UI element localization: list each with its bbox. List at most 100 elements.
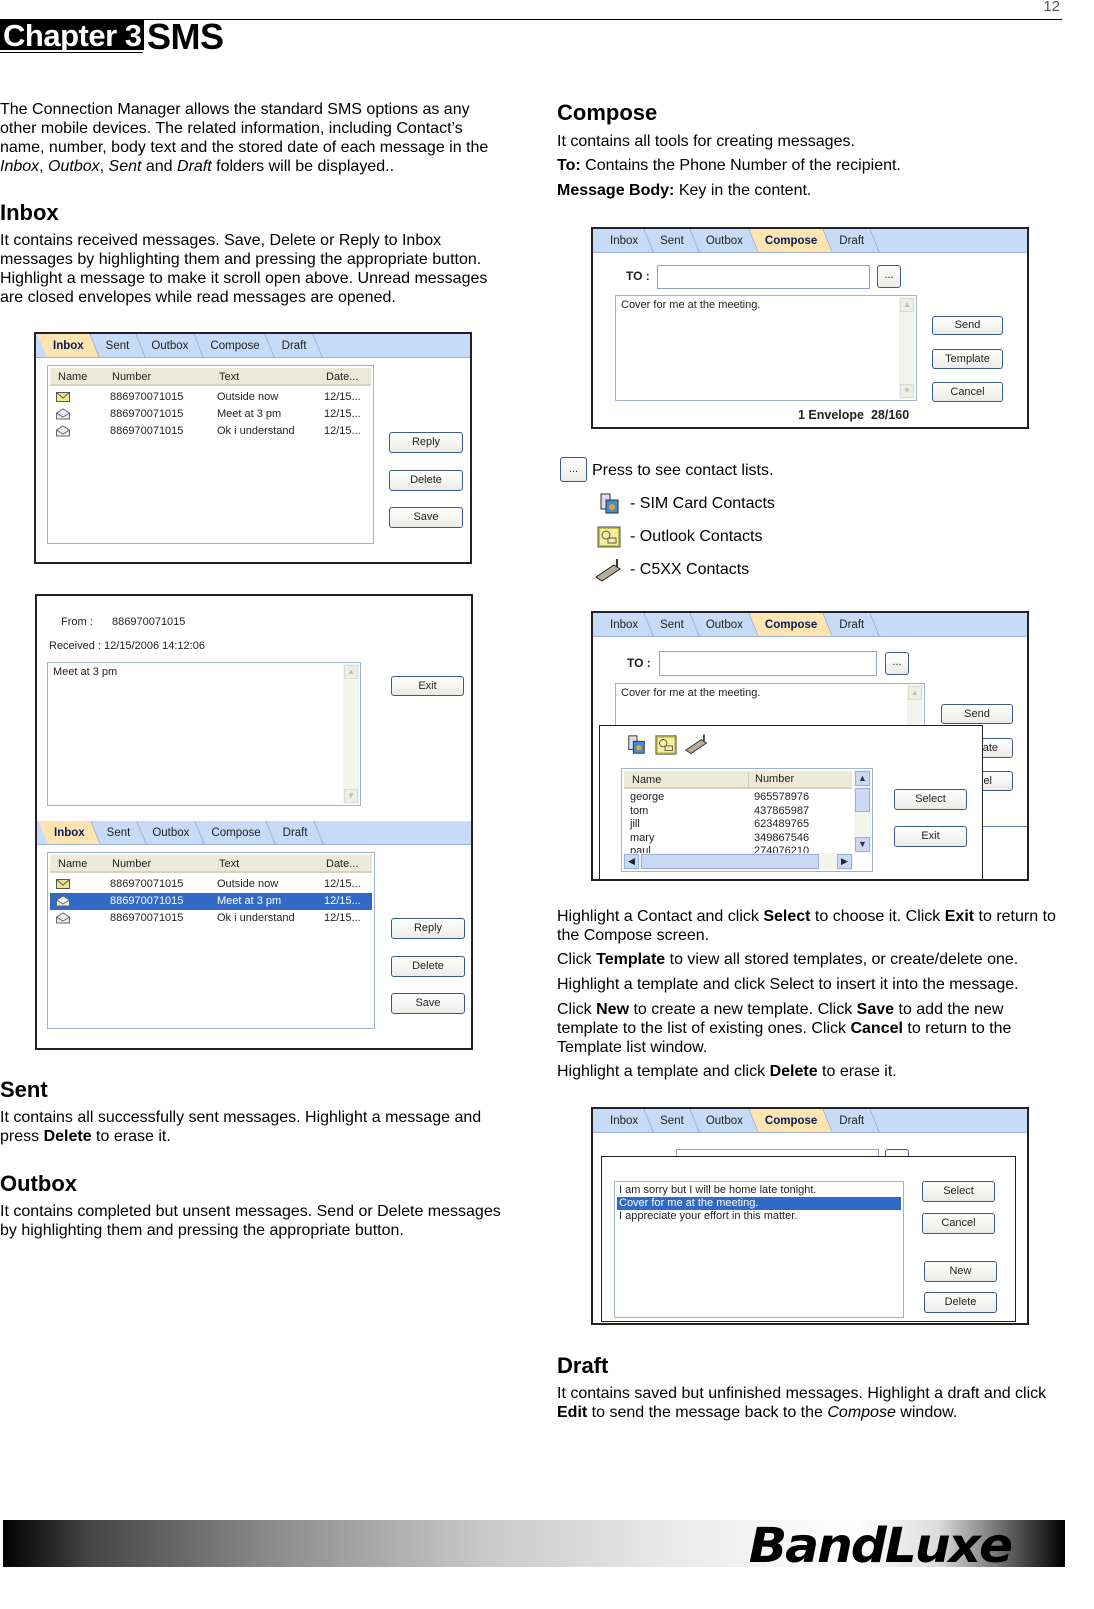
tab-draft[interactable]: Draft	[271, 334, 318, 357]
column-header-name[interactable]: Name	[632, 774, 661, 786]
tab-outbox[interactable]: Outbox	[695, 1109, 754, 1132]
column-header-number[interactable]: Number	[112, 371, 151, 383]
to-label: TO :	[627, 656, 651, 670]
column-header-number[interactable]: Number	[748, 773, 794, 787]
text-segment: to erase it.	[817, 1063, 897, 1080]
column-header-name[interactable]: Name	[58, 371, 87, 383]
contact-number: 349867546	[754, 831, 810, 844]
template-item[interactable]: Cover for me at the meeting.	[617, 1197, 901, 1210]
tab-sent[interactable]: Sent	[95, 334, 141, 357]
tab-draft[interactable]: Draft	[828, 1109, 875, 1132]
message-text: Meet at 3 pm	[217, 895, 282, 907]
scroll-up-icon[interactable]: ▲	[344, 665, 358, 679]
tab-outbox[interactable]: Outbox	[140, 334, 199, 357]
delete-button[interactable]: Delete	[389, 470, 463, 491]
divider	[983, 826, 1027, 827]
cancel-button[interactable]: Cancel	[922, 1213, 995, 1234]
message-body-input[interactable]: Cover for me at the meeting. ▲ ▼	[615, 295, 917, 401]
contact-row[interactable]: mary 349867546	[624, 832, 852, 846]
select-button[interactable]: Select	[894, 789, 967, 810]
message-row[interactable]: 886970071015 Outside now 12/15...	[50, 876, 372, 893]
reply-button[interactable]: Reply	[389, 432, 463, 453]
tab-sent[interactable]: Sent	[96, 821, 142, 844]
save-button[interactable]: Save	[389, 507, 463, 528]
message-body[interactable]: Meet at 3 pm ▲ ▼	[47, 662, 361, 806]
save-button[interactable]: Save	[391, 993, 465, 1014]
tab-sent[interactable]: Sent	[649, 1109, 695, 1132]
tab-inbox[interactable]: Inbox	[599, 1109, 649, 1132]
scroll-up-icon[interactable]: ▲	[908, 686, 922, 700]
contact-row[interactable]: george 965578976	[624, 791, 852, 805]
contacts-button[interactable]: ...	[877, 265, 901, 288]
tab-sent[interactable]: Sent	[649, 613, 695, 636]
tab-outbox[interactable]: Outbox	[695, 229, 754, 252]
cancel-button[interactable]: Cancel	[932, 382, 1003, 402]
column-header-number[interactable]: Number	[112, 858, 151, 870]
tab-compose[interactable]: Compose	[754, 613, 828, 636]
scroll-thumb[interactable]	[641, 854, 819, 869]
send-button[interactable]: Send	[941, 704, 1013, 724]
tab-compose[interactable]: Compose	[754, 229, 828, 252]
bold-text: Select	[763, 908, 811, 925]
to-input[interactable]	[659, 651, 877, 676]
compose-paragraph: Highlight a template and click Delete to…	[557, 1062, 1067, 1081]
new-button[interactable]: New	[924, 1261, 997, 1282]
scroll-left-icon[interactable]: ◀	[624, 854, 639, 869]
tab-draft[interactable]: Draft	[828, 229, 875, 252]
scroll-down-icon[interactable]: ▼	[900, 384, 914, 398]
to-input[interactable]	[657, 265, 870, 289]
message-row[interactable]: 886970071015 Meet at 3 pm 12/15...	[50, 893, 372, 910]
tab-bar: Inbox Sent Outbox Compose Draft	[593, 613, 1027, 637]
template-button[interactable]: Template	[932, 349, 1003, 369]
sim-card-contacts-icon[interactable]	[626, 734, 648, 756]
horizontal-scrollbar[interactable]: ◀ ▶	[623, 853, 853, 870]
message-row[interactable]: 886970071015 Ok i understand 12/15...	[50, 910, 372, 927]
scroll-right-icon[interactable]: ▶	[837, 854, 852, 869]
select-button[interactable]: Select	[922, 1181, 995, 1202]
tab-compose[interactable]: Compose	[199, 334, 270, 357]
scroll-down-icon[interactable]: ▼	[855, 837, 870, 852]
contact-row[interactable]: tom 437865987	[624, 805, 852, 819]
message-text: Ok i understand	[217, 912, 295, 924]
scrollbar[interactable]: ▲ ▼	[899, 297, 915, 399]
column-header-text[interactable]: Text	[219, 858, 239, 870]
column-header-date[interactable]: Date...	[326, 858, 358, 870]
message-row[interactable]: 886970071015 Ok i understand 12/15...	[50, 423, 371, 440]
tab-draft[interactable]: Draft	[272, 821, 319, 844]
delete-button[interactable]: Delete	[924, 1292, 997, 1313]
column-header-date[interactable]: Date...	[326, 371, 358, 383]
template-list: I am sorry but I will be home late tonig…	[614, 1181, 904, 1318]
tab-inbox[interactable]: Inbox	[599, 229, 649, 252]
message-row[interactable]: 886970071015 Meet at 3 pm 12/15...	[50, 406, 371, 423]
scroll-down-icon[interactable]: ▼	[344, 789, 358, 803]
column-header-name[interactable]: Name	[58, 858, 87, 870]
scrollbar[interactable]: ▲ ▼	[343, 664, 359, 804]
exit-button[interactable]: Exit	[894, 826, 967, 847]
vertical-scrollbar[interactable]: ▲ ▼	[854, 770, 871, 853]
exit-button[interactable]: Exit	[391, 676, 464, 696]
tab-inbox[interactable]: Inbox	[599, 613, 649, 636]
tab-outbox[interactable]: Outbox	[141, 821, 200, 844]
contacts-button-example[interactable]: ...	[560, 457, 587, 482]
contacts-button[interactable]: ...	[885, 652, 909, 675]
contact-row[interactable]: jill 623489765	[624, 818, 852, 832]
tab-compose[interactable]: Compose	[754, 1109, 828, 1132]
tab-draft[interactable]: Draft	[828, 613, 875, 636]
tab-inbox[interactable]: Inbox	[43, 821, 96, 844]
template-item[interactable]: I am sorry but I will be home late tonig…	[617, 1184, 901, 1197]
c5xx-device-contacts-icon[interactable]	[684, 732, 710, 756]
template-item[interactable]: I appreciate your effort in this matter.	[617, 1210, 901, 1223]
message-row[interactable]: 886970071015 Outside now 12/15...	[50, 389, 371, 406]
scroll-thumb[interactable]	[855, 788, 870, 812]
outlook-contacts-icon[interactable]	[655, 734, 677, 756]
scroll-up-icon[interactable]: ▲	[900, 298, 914, 312]
column-header-text[interactable]: Text	[219, 371, 239, 383]
tab-compose[interactable]: Compose	[200, 821, 271, 844]
tab-inbox[interactable]: Inbox	[42, 334, 95, 357]
tab-outbox[interactable]: Outbox	[695, 613, 754, 636]
delete-button[interactable]: Delete	[391, 956, 465, 977]
send-button[interactable]: Send	[932, 316, 1003, 335]
scroll-up-icon[interactable]: ▲	[855, 771, 870, 786]
reply-button[interactable]: Reply	[391, 918, 465, 939]
tab-sent[interactable]: Sent	[649, 229, 695, 252]
